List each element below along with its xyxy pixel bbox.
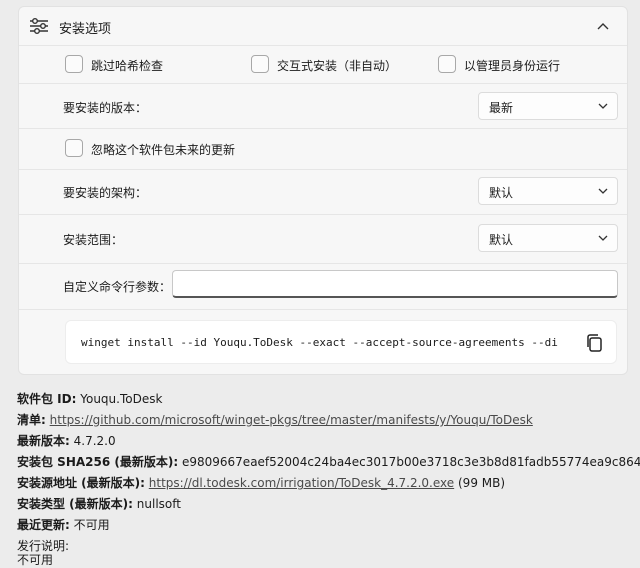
release-notes-value: 不可用	[17, 553, 54, 567]
last-update-line: 最近更新: 不可用	[17, 516, 110, 533]
version-label: 要安装的版本：	[63, 101, 148, 115]
architecture-label: 要安装的架构：	[63, 186, 148, 200]
skip-hash-label: 跳过哈希检查	[91, 59, 164, 73]
installer-url-label: 安装源地址 (最新版本):	[17, 476, 145, 490]
ignore-updates-checkbox[interactable]	[65, 139, 83, 157]
skip-hash-checkbox[interactable]	[65, 55, 83, 73]
package-id-line: 软件包 ID: Youqu.ToDesk	[17, 390, 162, 407]
install-command-text: winget install --id Youqu.ToDesk --exact…	[81, 336, 559, 349]
chevron-down-icon	[597, 100, 609, 115]
chevron-up-icon[interactable]	[593, 16, 613, 36]
ignore-updates-label: 忽略这个软件包未来的更新	[91, 143, 236, 157]
scope-label: 安装范围：	[63, 233, 124, 247]
installer-url-link[interactable]: https://dl.todesk.com/irrigation/ToDesk_…	[149, 476, 454, 490]
ignore-updates-row: 忽略这个软件包未来的更新	[19, 129, 627, 170]
installer-type-value: nullsoft	[136, 497, 181, 511]
manifest-label: 清单:	[17, 413, 46, 427]
version-select[interactable]: 最新	[478, 92, 618, 120]
sha256-line: 安装包 SHA256 (最新版本): e9809667eaef52004c24b…	[17, 453, 640, 470]
run-as-admin-checkbox[interactable]	[438, 55, 456, 73]
sha256-label: 安装包 SHA256 (最新版本):	[17, 455, 179, 469]
package-id-label: 软件包 ID:	[17, 392, 77, 406]
settings-sliders-icon	[29, 17, 49, 38]
scope-row: 安装范围： 默认	[19, 215, 627, 264]
install-options-panel: 安装选项 跳过哈希检查 交互式安装（非自动） 以管理员身份运行 要安装的版本： …	[18, 6, 628, 375]
manifest-link[interactable]: https://github.com/microsoft/winget-pkgs…	[50, 413, 533, 427]
options-checkbox-row: 跳过哈希检查 交互式安装（非自动） 以管理员身份运行	[19, 46, 627, 84]
scope-select[interactable]: 默认	[478, 224, 618, 252]
manifest-line: 清单: https://github.com/microsoft/winget-…	[17, 411, 533, 428]
architecture-select[interactable]: 默认	[478, 177, 618, 205]
package-id-value: Youqu.ToDesk	[80, 392, 163, 406]
version-select-value: 最新	[489, 101, 514, 115]
installer-url-line: 安装源地址 (最新版本): https://dl.todesk.com/irri…	[17, 474, 505, 491]
copy-icon[interactable]	[584, 333, 604, 353]
latest-version-line: 最新版本: 4.7.2.0	[17, 432, 116, 449]
chevron-down-icon	[597, 185, 609, 200]
interactive-checkbox[interactable]	[251, 55, 269, 73]
architecture-row: 要安装的架构： 默认	[19, 170, 627, 215]
run-as-admin-label: 以管理员身份运行	[464, 59, 561, 73]
version-row: 要安装的版本： 最新	[19, 84, 627, 129]
installer-type-label: 安装类型 (最新版本):	[17, 497, 133, 511]
interactive-label: 交互式安装（非自动）	[277, 59, 398, 73]
chevron-down-icon	[597, 232, 609, 247]
custom-args-label: 自定义命令行参数：	[63, 280, 172, 294]
scope-select-value: 默认	[489, 233, 514, 247]
custom-args-row: 自定义命令行参数：	[19, 264, 627, 310]
sha256-value: e9809667eaef52004c24ba4ec3017b00e3718c3e…	[181, 455, 640, 469]
architecture-select-value: 默认	[489, 186, 514, 200]
last-update-label: 最近更新:	[17, 518, 70, 532]
custom-args-input[interactable]	[172, 270, 618, 298]
install-options-title: 安装选项	[59, 22, 112, 37]
installer-type-line: 安装类型 (最新版本): nullsoft	[17, 495, 181, 512]
last-update-value: 不可用	[73, 518, 110, 532]
latest-version-value: 4.7.2.0	[73, 434, 116, 448]
installer-size: (99 MB)	[458, 476, 506, 490]
command-box: winget install --id Youqu.ToDesk --exact…	[65, 320, 617, 364]
latest-version-label: 最新版本:	[17, 434, 70, 448]
install-options-header[interactable]: 安装选项	[19, 7, 627, 46]
